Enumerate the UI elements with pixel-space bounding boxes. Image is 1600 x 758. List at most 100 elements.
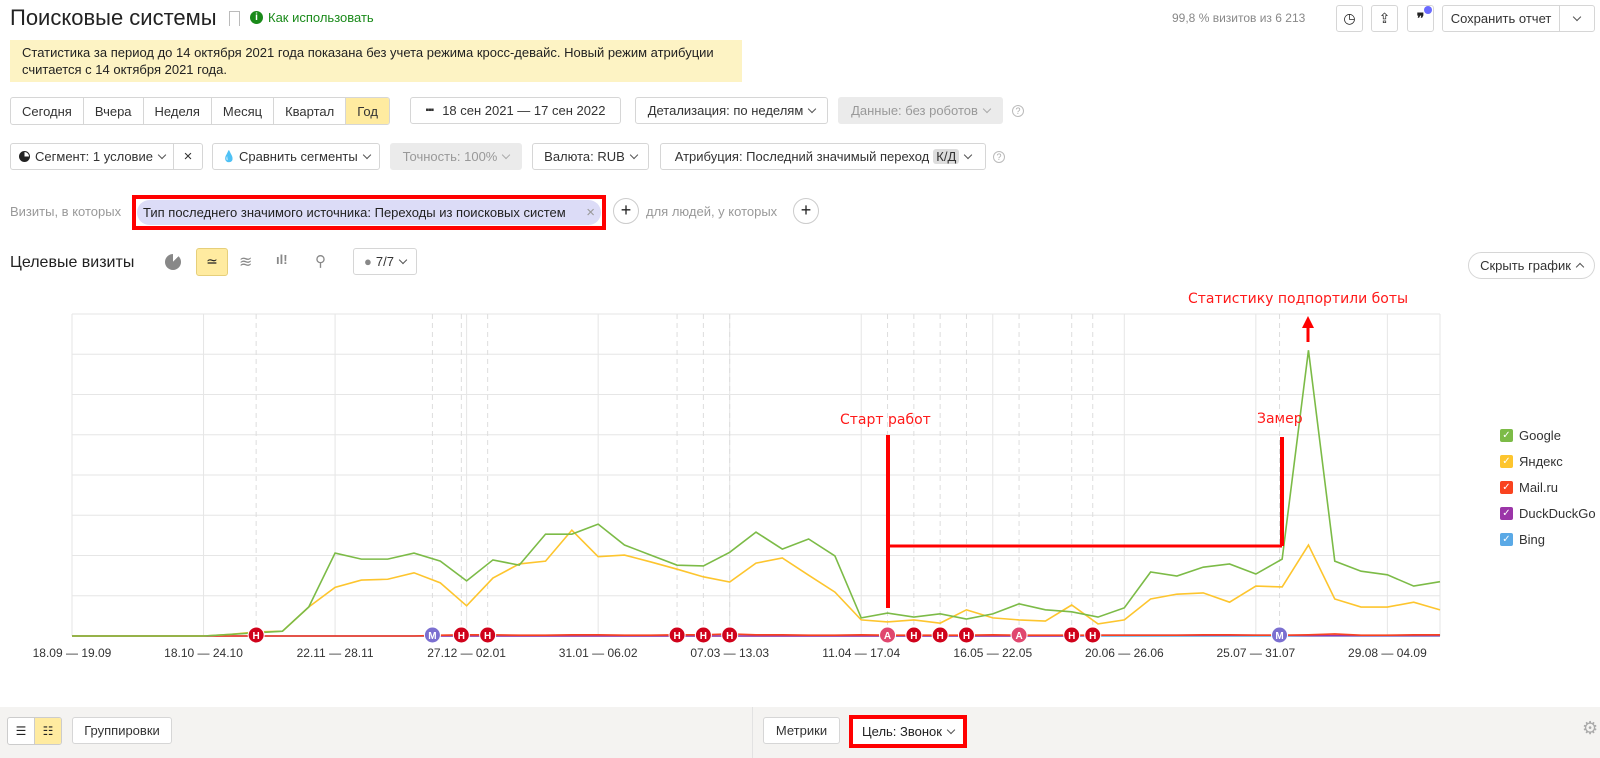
x-tick-label: 07.03 — 13.03 — [690, 646, 769, 660]
legend-item-2[interactable]: ✓ Mail.ru — [1500, 480, 1558, 495]
tree-list-button[interactable]: ☷ — [34, 718, 61, 744]
remove-filter-icon[interactable]: × — [586, 204, 595, 221]
add-people-condition-button[interactable]: + — [793, 198, 819, 224]
how-to-label: Как использовать — [268, 10, 374, 25]
line-chart: 18.09 — 19.09 18.10 — 24.10 22.11 — 28.11 2… — [33, 313, 1441, 660]
save-report-dropdown[interactable] — [1559, 5, 1595, 32]
chevron-down-icon — [362, 150, 371, 160]
calendar-icon: ▪▪▪ — [425, 105, 435, 116]
event-marker-letter: Н — [937, 631, 944, 642]
data-filter-dropdown[interactable]: Данные: без роботов — [838, 97, 1003, 124]
checkbox-icon[interactable]: ✓ — [1500, 455, 1513, 468]
bookmark-icon[interactable] — [229, 11, 240, 26]
date-range-label: 18 сен 2021 — 17 сен 2022 — [442, 103, 606, 118]
x-tick-label: 27.12 — 02.01 — [427, 646, 506, 660]
event-marker-letter: Н — [963, 631, 970, 642]
segment-dropdown[interactable]: Сегмент: 1 условие — [10, 143, 174, 170]
legend-item-4[interactable]: ✓ Bing — [1500, 532, 1545, 547]
annotations-dropdown[interactable]: ● 7/7 — [353, 248, 417, 275]
hide-chart-label: Скрыть график — [1480, 258, 1571, 273]
compare-label: Сравнить сегменты — [239, 149, 358, 164]
cross-device-notice: Статистика за период до 14 октября 2021 … — [10, 40, 742, 82]
event-marker-letter: Н — [910, 631, 917, 642]
page-title: Поисковые системы — [10, 5, 217, 30]
flat-list-button[interactable]: ☰ — [8, 718, 34, 744]
accuracy-dropdown[interactable]: Точность: 100% — [390, 143, 522, 170]
save-report-button[interactable]: Сохранить отчет — [1442, 5, 1560, 32]
event-marker-letter: А — [884, 631, 891, 642]
period-1[interactable]: Вчера — [84, 98, 144, 124]
map-view-button[interactable]: ⚲ — [315, 252, 326, 270]
how-to-use-link[interactable]: i Как использовать — [250, 10, 374, 25]
legend-label: Яндекс — [1519, 454, 1563, 469]
upload-icon: ⇪ — [1378, 10, 1391, 26]
legend-item-3[interactable]: ✓ DuckDuckGo — [1500, 506, 1596, 521]
drops-icon: 💧 — [222, 151, 237, 163]
x-tick-label: 16.05 — 22.05 — [953, 646, 1032, 660]
period-3[interactable]: Месяц — [212, 98, 275, 124]
annotations-count: 7/7 — [375, 254, 394, 269]
goal-dropdown[interactable]: Цель: Звонок — [853, 719, 963, 744]
clear-segment-button[interactable]: × — [173, 143, 203, 170]
data-filter-label: Данные: без роботов — [851, 103, 978, 118]
event-marker-letter: Н — [673, 631, 680, 642]
period-2[interactable]: Неделя — [144, 98, 212, 124]
annotation-start-work: Старт работ — [840, 412, 931, 428]
chevron-down-icon — [982, 104, 992, 114]
feedback-button[interactable]: ❞ — [1407, 5, 1434, 32]
help-icon[interactable]: ? — [1012, 105, 1024, 117]
groupings-button[interactable]: Группировки — [72, 717, 172, 744]
chevron-down-icon — [157, 150, 167, 160]
detail-dropdown[interactable]: Детализация: по неделям — [635, 97, 828, 124]
period-5[interactable]: Год — [346, 98, 389, 124]
checkbox-icon[interactable]: ✓ — [1500, 533, 1513, 546]
compare-segments-dropdown[interactable]: 💧 Сравнить сегменты — [212, 143, 380, 170]
quote-icon: ❞ — [1416, 10, 1425, 26]
chevron-down-icon — [502, 150, 511, 160]
event-marker-letter: Н — [458, 631, 465, 642]
x-tick-label: 22.11 — 28.11 — [297, 646, 374, 660]
table-view-toggle: ☰ ☷ — [7, 717, 62, 745]
checkbox-icon[interactable]: ✓ — [1500, 507, 1513, 520]
currency-dropdown[interactable]: Валюта: RUB — [532, 143, 649, 170]
legend-item-0[interactable]: ✓ Google — [1500, 428, 1561, 443]
metrics-label: Метрики — [775, 723, 828, 738]
date-range-button[interactable]: ▪▪▪ 18 сен 2021 — 17 сен 2022 — [410, 97, 621, 124]
add-condition-button[interactable]: + — [613, 198, 639, 224]
x-tick-label: 29.08 — 04.09 — [1348, 646, 1427, 660]
event-marker-letter: М — [428, 631, 436, 642]
help-icon[interactable]: ? — [993, 151, 1005, 163]
event-marker-letter: А — [1015, 631, 1022, 642]
checkbox-icon[interactable]: ✓ — [1500, 429, 1513, 442]
panel-divider — [752, 707, 753, 758]
hide-chart-button[interactable]: Скрыть график — [1468, 252, 1595, 279]
filter-chip[interactable]: Тип последнего значимого источника: Пере… — [137, 200, 601, 225]
close-icon: × — [183, 148, 193, 165]
history-button[interactable]: ◷ — [1336, 5, 1363, 32]
annotation-measure: Замер — [1257, 411, 1303, 427]
metrics-button[interactable]: Метрики — [763, 717, 840, 744]
segment-label: Сегмент: 1 условие — [35, 149, 153, 164]
info-icon: i — [250, 11, 263, 24]
period-4[interactable]: Квартал — [274, 98, 347, 124]
bar-view-button[interactable]: ıl! — [276, 252, 288, 267]
x-tick-label: 11.04 — 17.04 — [822, 646, 900, 660]
settings-gear-icon[interactable]: ⚙ — [1582, 718, 1598, 739]
area-view-button[interactable]: ≋ — [239, 252, 252, 272]
legend-item-1[interactable]: ✓ Яндекс — [1500, 454, 1563, 469]
chevron-up-icon — [1575, 262, 1585, 272]
event-marker-letter: Н — [253, 631, 260, 642]
checkbox-icon[interactable]: ✓ — [1500, 481, 1513, 494]
line-view-button[interactable]: ≃ — [196, 248, 228, 276]
legend-label: Bing — [1519, 532, 1546, 547]
legend-label: Mail.ru — [1519, 480, 1559, 495]
chevron-down-icon — [964, 150, 973, 160]
x-tick-label: 18.09 — 19.09 — [33, 646, 112, 660]
export-button[interactable]: ⇪ — [1371, 5, 1398, 32]
x-tick-label: 18.10 — 24.10 — [164, 646, 243, 660]
pie-view-button[interactable] — [165, 254, 181, 270]
attribution-dropdown[interactable]: Атрибуция: Последний значимый переход К/Д — [660, 143, 986, 170]
period-0[interactable]: Сегодня — [11, 98, 84, 124]
event-marker-letter: М — [1275, 631, 1283, 642]
notification-dot — [1424, 6, 1432, 14]
